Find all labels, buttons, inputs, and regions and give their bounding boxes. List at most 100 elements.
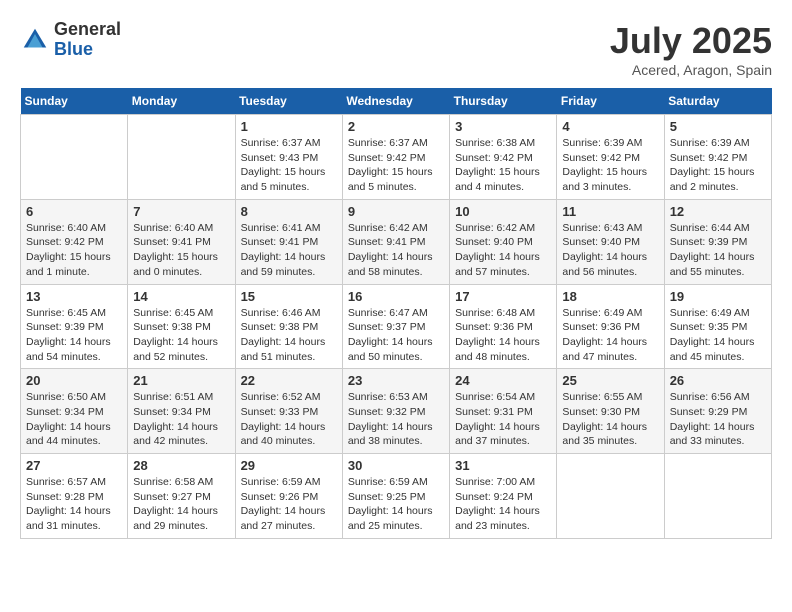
calendar-cell: 7 Sunrise: 6:40 AM Sunset: 9:41 PM Daylig… [128,199,235,284]
day-detail: Sunrise: 6:49 AM Sunset: 9:35 PM Dayligh… [670,306,766,365]
weekday-row: SundayMondayTuesdayWednesdayThursdayFrid… [21,88,772,115]
calendar-cell: 12 Sunrise: 6:44 AM Sunset: 9:39 PM Dayli… [664,199,771,284]
day-number: 29 [241,458,337,473]
day-detail: Sunrise: 6:37 AM Sunset: 9:42 PM Dayligh… [348,136,444,195]
calendar-cell: 8 Sunrise: 6:41 AM Sunset: 9:41 PM Daylig… [235,199,342,284]
calendar-cell: 6 Sunrise: 6:40 AM Sunset: 9:42 PM Daylig… [21,199,128,284]
day-number: 4 [562,119,658,134]
day-detail: Sunrise: 6:49 AM Sunset: 9:36 PM Dayligh… [562,306,658,365]
weekday-header-saturday: Saturday [664,88,771,115]
day-detail: Sunrise: 6:58 AM Sunset: 9:27 PM Dayligh… [133,475,229,534]
day-detail: Sunrise: 6:54 AM Sunset: 9:31 PM Dayligh… [455,390,551,449]
calendar-cell: 13 Sunrise: 6:45 AM Sunset: 9:39 PM Dayli… [21,284,128,369]
calendar-week-3: 13 Sunrise: 6:45 AM Sunset: 9:39 PM Dayli… [21,284,772,369]
calendar-cell: 21 Sunrise: 6:51 AM Sunset: 9:34 PM Dayli… [128,369,235,454]
logo: General Blue [20,20,121,60]
location: Acered, Aragon, Spain [610,62,772,78]
day-number: 8 [241,204,337,219]
weekday-header-tuesday: Tuesday [235,88,342,115]
day-detail: Sunrise: 6:41 AM Sunset: 9:41 PM Dayligh… [241,221,337,280]
calendar-cell [21,115,128,200]
day-number: 3 [455,119,551,134]
calendar-cell: 29 Sunrise: 6:59 AM Sunset: 9:26 PM Dayli… [235,454,342,539]
day-number: 24 [455,373,551,388]
calendar-body: 1Sunrise: 6:37 AM Sunset: 9:43 PM Daylig… [21,115,772,539]
calendar-cell: 14 Sunrise: 6:45 AM Sunset: 9:38 PM Dayli… [128,284,235,369]
calendar-cell: 4 Sunrise: 6:39 AM Sunset: 9:42 PM Daylig… [557,115,664,200]
weekday-header-friday: Friday [557,88,664,115]
day-number: 22 [241,373,337,388]
day-detail: Sunrise: 6:56 AM Sunset: 9:29 PM Dayligh… [670,390,766,449]
day-number: 19 [670,289,766,304]
day-number: 11 [562,204,658,219]
calendar-cell: 2 Sunrise: 6:37 AM Sunset: 9:42 PM Daylig… [342,115,449,200]
calendar-week-5: 27 Sunrise: 6:57 AM Sunset: 9:28 PM Dayli… [21,454,772,539]
day-detail: Sunrise: 6:43 AM Sunset: 9:40 PM Dayligh… [562,221,658,280]
calendar-week-4: 20 Sunrise: 6:50 AM Sunset: 9:34 PM Dayli… [21,369,772,454]
day-number: 31 [455,458,551,473]
calendar-cell: 5Sunrise: 6:39 AM Sunset: 9:42 PM Daylig… [664,115,771,200]
calendar-header: SundayMondayTuesdayWednesdayThursdayFrid… [21,88,772,115]
calendar-cell: 23 Sunrise: 6:53 AM Sunset: 9:32 PM Dayli… [342,369,449,454]
day-detail: Sunrise: 6:53 AM Sunset: 9:32 PM Dayligh… [348,390,444,449]
day-detail: Sunrise: 6:44 AM Sunset: 9:39 PM Dayligh… [670,221,766,280]
day-detail: Sunrise: 6:37 AM Sunset: 9:43 PM Dayligh… [241,136,337,195]
day-number: 28 [133,458,229,473]
calendar-cell [557,454,664,539]
day-number: 21 [133,373,229,388]
calendar-cell: 31 Sunrise: 7:00 AM Sunset: 9:24 PM Dayli… [450,454,557,539]
calendar-cell: 3 Sunrise: 6:38 AM Sunset: 9:42 PM Daylig… [450,115,557,200]
weekday-header-monday: Monday [128,88,235,115]
day-detail: Sunrise: 6:52 AM Sunset: 9:33 PM Dayligh… [241,390,337,449]
day-detail: Sunrise: 6:40 AM Sunset: 9:42 PM Dayligh… [26,221,122,280]
day-number: 10 [455,204,551,219]
day-detail: Sunrise: 6:47 AM Sunset: 9:37 PM Dayligh… [348,306,444,365]
day-number: 27 [26,458,122,473]
day-number: 5 [670,119,766,134]
day-detail: Sunrise: 6:51 AM Sunset: 9:34 PM Dayligh… [133,390,229,449]
calendar-week-2: 6 Sunrise: 6:40 AM Sunset: 9:42 PM Daylig… [21,199,772,284]
calendar-cell: 11 Sunrise: 6:43 AM Sunset: 9:40 PM Dayli… [557,199,664,284]
month-title: July 2025 [610,20,772,62]
day-detail: Sunrise: 6:50 AM Sunset: 9:34 PM Dayligh… [26,390,122,449]
day-detail: Sunrise: 6:59 AM Sunset: 9:26 PM Dayligh… [241,475,337,534]
day-detail: Sunrise: 6:38 AM Sunset: 9:42 PM Dayligh… [455,136,551,195]
calendar-cell: 15 Sunrise: 6:46 AM Sunset: 9:38 PM Dayli… [235,284,342,369]
calendar-cell: 9Sunrise: 6:42 AM Sunset: 9:41 PM Daylig… [342,199,449,284]
day-number: 30 [348,458,444,473]
day-detail: Sunrise: 6:39 AM Sunset: 9:42 PM Dayligh… [562,136,658,195]
weekday-header-sunday: Sunday [21,88,128,115]
logo-general: General [54,20,121,40]
calendar-cell: 16Sunrise: 6:47 AM Sunset: 9:37 PM Dayli… [342,284,449,369]
day-detail: Sunrise: 6:40 AM Sunset: 9:41 PM Dayligh… [133,221,229,280]
day-number: 12 [670,204,766,219]
day-number: 6 [26,204,122,219]
day-detail: Sunrise: 6:46 AM Sunset: 9:38 PM Dayligh… [241,306,337,365]
day-number: 15 [241,289,337,304]
day-detail: Sunrise: 7:00 AM Sunset: 9:24 PM Dayligh… [455,475,551,534]
day-number: 13 [26,289,122,304]
calendar-cell: 30 Sunrise: 6:59 AM Sunset: 9:25 PM Dayli… [342,454,449,539]
calendar-cell: 10Sunrise: 6:42 AM Sunset: 9:40 PM Dayli… [450,199,557,284]
calendar-cell: 28 Sunrise: 6:58 AM Sunset: 9:27 PM Dayli… [128,454,235,539]
calendar-cell [128,115,235,200]
page-header: General Blue July 2025 Acered, Aragon, S… [20,20,772,78]
day-number: 20 [26,373,122,388]
day-detail: Sunrise: 6:45 AM Sunset: 9:39 PM Dayligh… [26,306,122,365]
calendar-table: SundayMondayTuesdayWednesdayThursdayFrid… [20,88,772,539]
day-number: 2 [348,119,444,134]
day-number: 7 [133,204,229,219]
calendar-cell: 20 Sunrise: 6:50 AM Sunset: 9:34 PM Dayli… [21,369,128,454]
day-number: 18 [562,289,658,304]
day-number: 14 [133,289,229,304]
day-detail: Sunrise: 6:55 AM Sunset: 9:30 PM Dayligh… [562,390,658,449]
calendar-cell: 17Sunrise: 6:48 AM Sunset: 9:36 PM Dayli… [450,284,557,369]
logo-blue: Blue [54,40,121,60]
calendar-cell: 18 Sunrise: 6:49 AM Sunset: 9:36 PM Dayli… [557,284,664,369]
day-number: 17 [455,289,551,304]
day-detail: Sunrise: 6:59 AM Sunset: 9:25 PM Dayligh… [348,475,444,534]
calendar-week-1: 1Sunrise: 6:37 AM Sunset: 9:43 PM Daylig… [21,115,772,200]
day-detail: Sunrise: 6:45 AM Sunset: 9:38 PM Dayligh… [133,306,229,365]
day-number: 23 [348,373,444,388]
day-detail: Sunrise: 6:57 AM Sunset: 9:28 PM Dayligh… [26,475,122,534]
